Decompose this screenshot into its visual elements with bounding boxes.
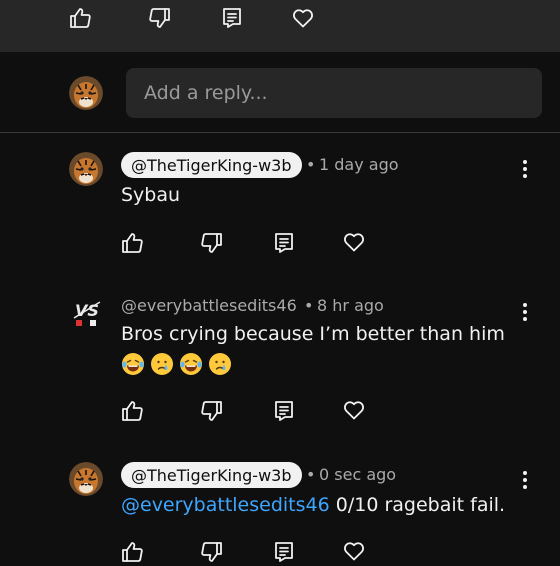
like-button[interactable] [118, 397, 146, 425]
like-button[interactable] [66, 4, 94, 32]
mention-link[interactable]: @everybattlesedits46 [121, 494, 330, 516]
more-options-button[interactable] [515, 155, 535, 183]
comment-author[interactable]: @everybattlesedits46 [121, 296, 297, 315]
reply-input-placeholder: Add a reply... [144, 82, 268, 104]
reply-button[interactable] [270, 538, 298, 566]
reply-button[interactable] [218, 4, 246, 32]
thumbs-down-icon [200, 540, 224, 564]
comment-author-badge[interactable]: @TheTigerKing-w3b [121, 462, 302, 488]
comment-timestamp[interactable]: 8 hr ago [317, 296, 384, 315]
thumbs-down-icon [200, 399, 224, 423]
comment-text: Bros crying because I’m better than him [121, 323, 505, 345]
separator-dot: • [306, 155, 316, 174]
heart-icon [342, 539, 366, 563]
avatar[interactable] [69, 152, 103, 186]
more-options-button[interactable] [515, 466, 535, 494]
thumbs-up-icon [120, 399, 144, 423]
thumbs-down-icon [200, 231, 224, 255]
reply-icon [272, 231, 296, 255]
thumbs-up-icon [68, 6, 92, 30]
heart-button[interactable] [340, 228, 368, 256]
like-button[interactable] [118, 538, 146, 566]
avatar[interactable] [69, 462, 103, 496]
comment-text-body: 0/10 ragebait fail. [335, 494, 506, 516]
heart-button[interactable] [289, 4, 317, 32]
comment-text: Sybau [121, 184, 181, 206]
heart-icon [342, 230, 366, 254]
more-vertical-icon [523, 160, 527, 164]
heart-button[interactable] [340, 537, 368, 565]
heart-icon [291, 6, 315, 30]
dislike-button[interactable] [198, 229, 226, 257]
separator-dot: • [304, 296, 314, 315]
reply-input[interactable]: Add a reply... [126, 68, 542, 118]
emoji-row [121, 352, 237, 378]
avatar [69, 76, 103, 110]
more-vertical-icon [523, 303, 527, 307]
laughing-tears-emoji [121, 352, 145, 376]
separator-dot: • [306, 465, 316, 484]
reply-icon [272, 399, 296, 423]
reply-button[interactable] [270, 397, 298, 425]
comment-text: @everybattlesedits46 0/10 ragebait fail. [121, 494, 505, 516]
heart-icon [342, 398, 366, 422]
crying-face-emoji [208, 352, 232, 376]
divider [0, 132, 560, 133]
reply-icon [272, 540, 296, 564]
dislike-button[interactable] [146, 4, 174, 32]
thumbs-up-icon [120, 540, 144, 564]
comment-timestamp[interactable]: 1 day ago [319, 155, 399, 174]
dislike-button[interactable] [198, 538, 226, 566]
avatar[interactable]: VS [70, 296, 104, 330]
more-vertical-icon [523, 471, 527, 475]
comment-author-badge[interactable]: @TheTigerKing-w3b [121, 152, 302, 178]
thumbs-up-icon [120, 231, 144, 255]
heart-button[interactable] [340, 396, 368, 424]
like-button[interactable] [118, 229, 146, 257]
thumbs-down-icon [148, 6, 172, 30]
laughing-tears-emoji [179, 352, 203, 376]
comment-timestamp[interactable]: 0 sec ago [319, 465, 396, 484]
crying-face-emoji [150, 352, 174, 376]
dislike-button[interactable] [198, 397, 226, 425]
reply-icon [220, 6, 244, 30]
reply-button[interactable] [270, 229, 298, 257]
more-options-button[interactable] [515, 298, 535, 326]
